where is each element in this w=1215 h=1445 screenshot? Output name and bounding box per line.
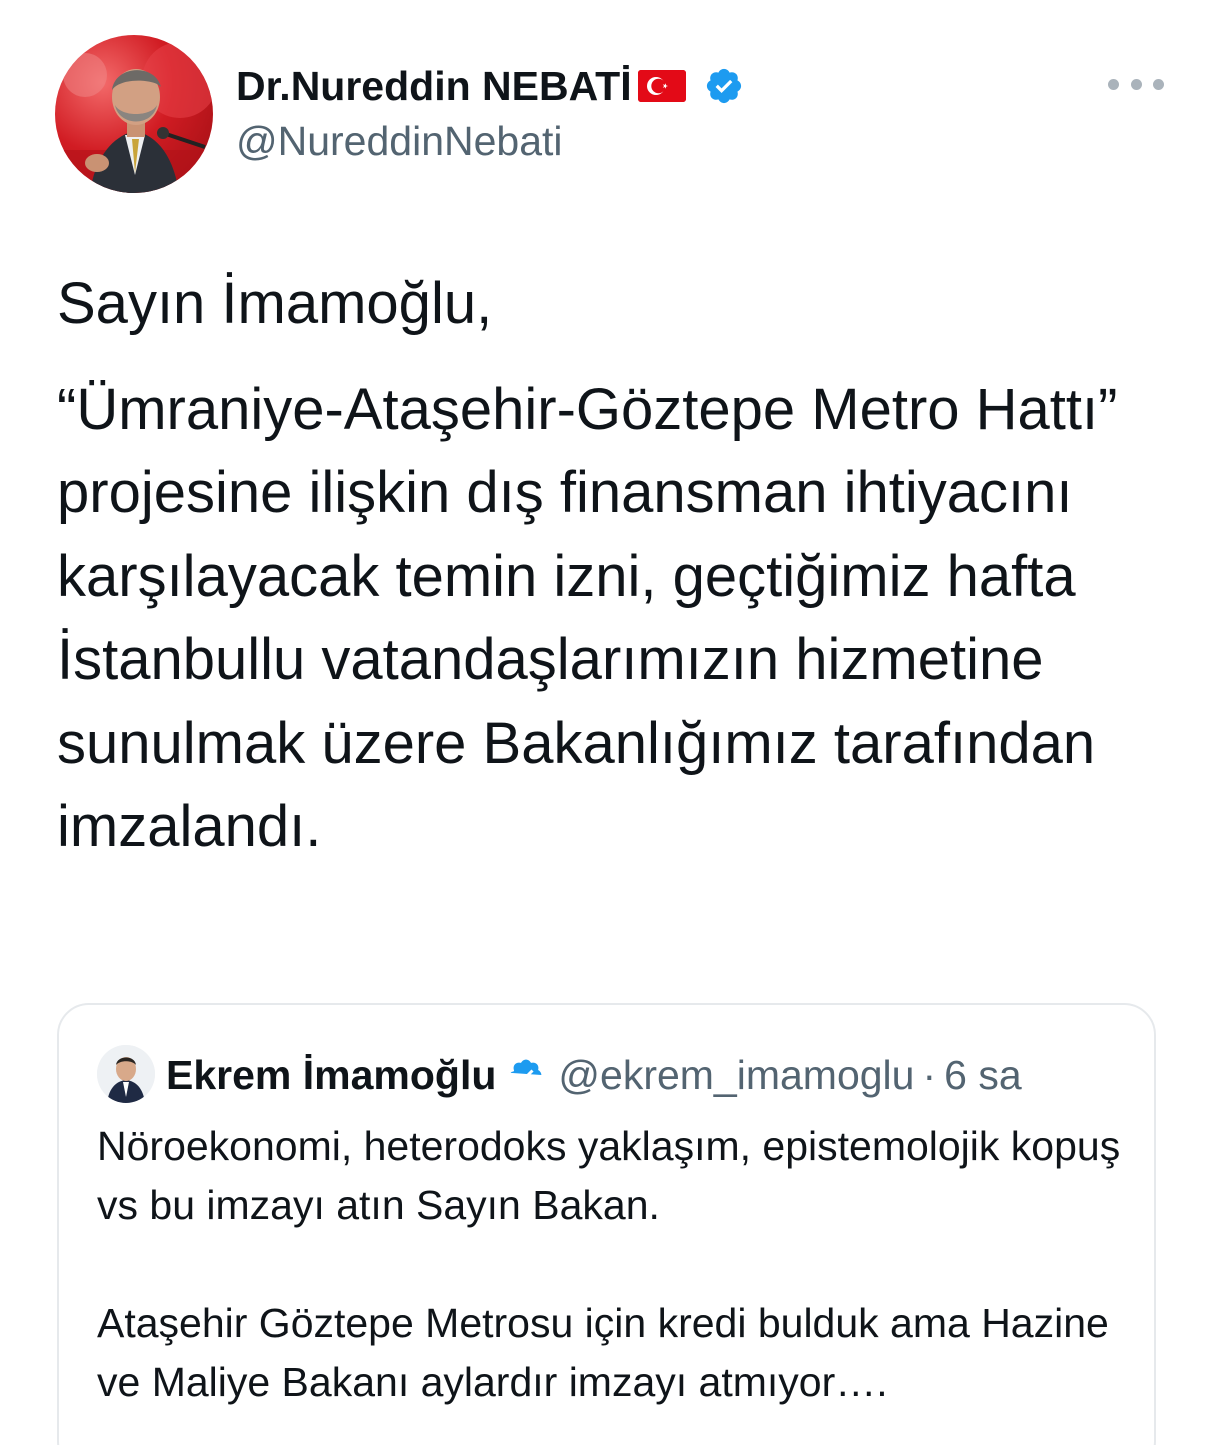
quoted-author-avatar[interactable] bbox=[97, 1045, 155, 1103]
quoted-tweet-text: Nöroekonomi, heterodoks yaklaşım, episte… bbox=[97, 1117, 1137, 1412]
tweet-paragraph: “Ümraniye-Ataşehir-Göztepe Metro Hattı” … bbox=[57, 376, 1118, 860]
tweet-text: Sayın İmamoğlu, “Ümraniye-Ataşehir-Gözte… bbox=[57, 262, 1177, 869]
author-display-name[interactable]: Dr.Nureddin NEBATİ bbox=[236, 63, 632, 110]
more-dot bbox=[1130, 78, 1142, 90]
quoted-timestamp[interactable]: 6 sa bbox=[944, 1052, 1022, 1099]
quoted-paragraph: Ataşehir Göztepe Metrosu için kredi buld… bbox=[97, 1300, 1109, 1405]
quoted-display-name[interactable]: Ekrem İmamoğlu bbox=[166, 1052, 496, 1099]
author-name-row[interactable]: Dr.Nureddin NEBATİ bbox=[236, 60, 744, 112]
quoted-author-row[interactable]: Ekrem İmamoğlu @ekrem_imamoglu · 6 sa bbox=[166, 1049, 1022, 1101]
dot-separator: · bbox=[922, 1051, 937, 1098]
tweet-paragraph: Sayın İmamoğlu, bbox=[57, 271, 493, 336]
more-dot bbox=[1108, 78, 1119, 90]
quoted-handle[interactable]: @ekrem_imamoglu bbox=[558, 1052, 914, 1099]
quoted-paragraph: Nöroekonomi, heterodoks yaklaşım, episte… bbox=[97, 1123, 1121, 1228]
verified-badge-icon bbox=[704, 66, 744, 106]
verified-badge-icon bbox=[508, 1057, 544, 1093]
quoted-tweet-card[interactable]: Ekrem İmamoğlu @ekrem_imamoglu · 6 sa Nö… bbox=[57, 1003, 1156, 1445]
author-avatar[interactable] bbox=[55, 35, 213, 193]
more-dot bbox=[1153, 78, 1164, 90]
more-options-icon[interactable] bbox=[1108, 70, 1164, 98]
tweet[interactable]: Dr.Nureddin NEBATİ @NureddinNebati Sayın… bbox=[0, 0, 1215, 1445]
turkey-flag-icon bbox=[637, 70, 686, 102]
author-handle[interactable]: @NureddinNebati bbox=[236, 118, 563, 165]
